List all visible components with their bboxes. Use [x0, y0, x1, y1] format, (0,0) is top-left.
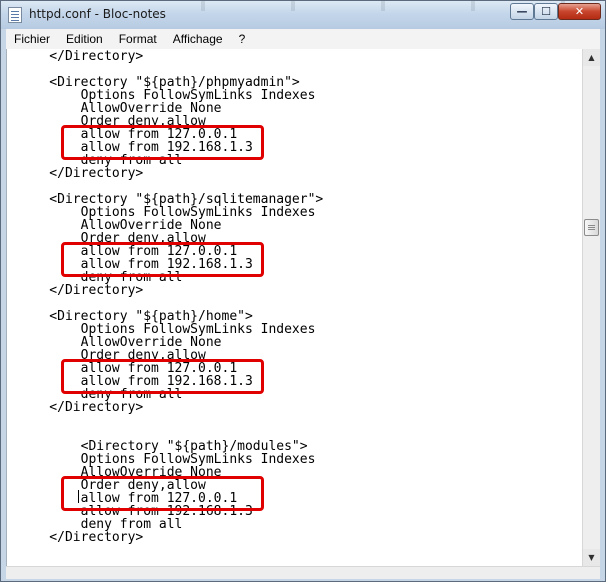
notepad-window: httpd.conf - Bloc-notes — ☐ ✕ Fichier Ed…: [0, 0, 606, 582]
text-line[interactable]: </Directory>: [18, 531, 323, 544]
highlight-box-sqlitemanager: [61, 242, 264, 277]
vertical-scrollbar[interactable]: ▲ ▼: [582, 49, 600, 566]
maximize-button[interactable]: ☐: [534, 3, 558, 20]
menu-bar: Fichier Edition Format Affichage ?: [6, 29, 600, 50]
minimize-icon: —: [516, 5, 528, 18]
close-button[interactable]: ✕: [558, 3, 601, 20]
text-line[interactable]: </Directory>: [18, 284, 323, 297]
scroll-thumb[interactable]: [584, 219, 599, 236]
text-line[interactable]: [18, 414, 323, 427]
menu-help[interactable]: ?: [231, 32, 254, 46]
maximize-icon: ☐: [541, 5, 551, 18]
menu-format[interactable]: Format: [111, 32, 165, 46]
menu-affichage[interactable]: Affichage: [165, 32, 231, 46]
highlight-box-phpmyadmin: [61, 125, 264, 160]
scroll-down-icon: ▼: [588, 553, 595, 562]
scroll-up-icon: ▲: [588, 53, 595, 62]
scroll-up-button[interactable]: ▲: [583, 49, 600, 66]
menu-edition[interactable]: Edition: [58, 32, 111, 46]
horizontal-scrollbar[interactable]: [6, 566, 600, 579]
scroll-down-button[interactable]: ▼: [583, 549, 600, 566]
text-line[interactable]: </Directory>: [18, 50, 323, 63]
text-editor[interactable]: </Directory> <Directory "${path}/phpmyad…: [6, 49, 583, 566]
menu-fichier[interactable]: Fichier: [6, 32, 58, 46]
title-bar[interactable]: httpd.conf - Bloc-notes — ☐ ✕: [1, 1, 605, 29]
close-icon: ✕: [574, 5, 585, 18]
minimize-button[interactable]: —: [510, 3, 534, 20]
text-line[interactable]: </Directory>: [18, 401, 323, 414]
highlight-box-modules: [61, 476, 264, 511]
notepad-icon: [8, 7, 22, 23]
window-title: httpd.conf - Bloc-notes: [29, 7, 166, 21]
highlight-box-home: [61, 359, 264, 394]
text-line[interactable]: </Directory>: [18, 167, 323, 180]
